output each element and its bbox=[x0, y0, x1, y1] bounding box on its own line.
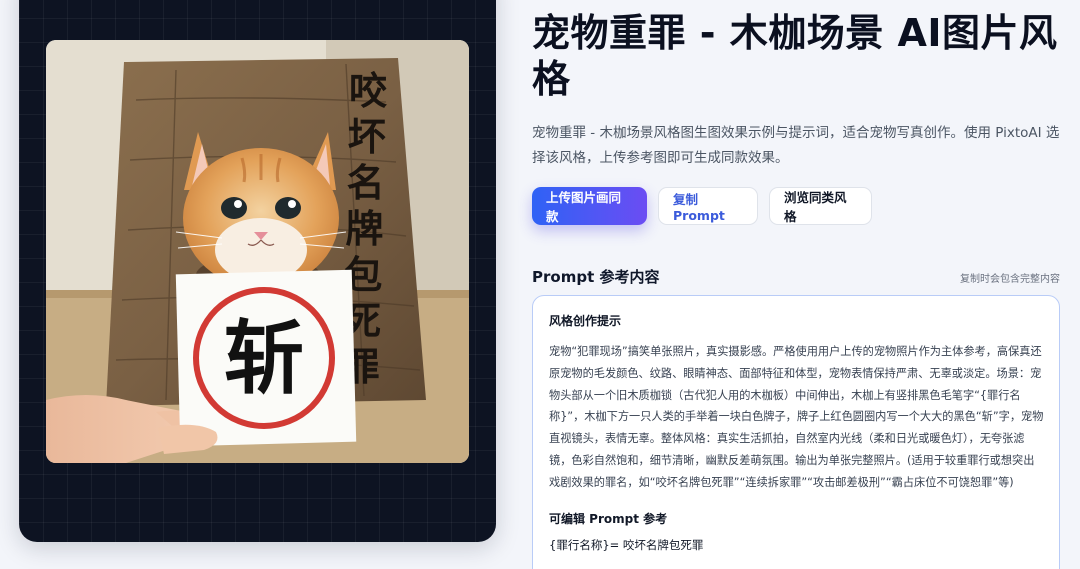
board-glyph: 牌 bbox=[345, 206, 383, 251]
upload-image-button[interactable]: 上传图片画同款 bbox=[532, 187, 647, 225]
prompt-section-header: Prompt 参考内容 复制时会包含完整内容 bbox=[532, 266, 1060, 287]
editable-prompt-label: 可编辑 Prompt 参考 bbox=[549, 511, 668, 526]
copy-hint: 复制时会包含完整内容 bbox=[960, 274, 1060, 285]
example-photo: 咬坏名牌包死罪 斩 bbox=[46, 40, 469, 463]
board-glyph: 坏 bbox=[348, 114, 386, 159]
action-bar: 上传图片画同款 复制 Prompt 浏览同类风格 bbox=[532, 187, 872, 225]
board-glyph: 名 bbox=[347, 160, 385, 205]
copy-prompt-button[interactable]: 复制 Prompt bbox=[658, 187, 758, 225]
style-tip-text: 宠物“犯罪现场”搞笑单张照片，真实摄影感。严格使用用户上传的宠物照片作为主体参考… bbox=[549, 345, 1044, 489]
editable-prompt-line[interactable]: {罪行名称}= 咬坏名牌包死罪 bbox=[549, 537, 1044, 553]
prompt-content-box[interactable]: 风格创作提示 宠物“犯罪现场”搞笑单张照片，真实摄影感。严格使用用户上传的宠物照… bbox=[532, 295, 1060, 569]
style-tip-label: 风格创作提示 bbox=[549, 314, 622, 328]
sign-character: 斩 bbox=[224, 311, 304, 405]
board-glyph: 咬 bbox=[349, 68, 387, 113]
page-title: 宠物重罪 - 木枷场景 AI图片风格 bbox=[532, 11, 1058, 101]
page-description: 宠物重罪 - 木枷场景风格图生图效果示例与提示词，适合宠物写真创作。使用 Pix… bbox=[532, 125, 1060, 166]
preview-card: 咬坏名牌包死罪 斩 bbox=[19, 0, 496, 542]
browse-styles-button[interactable]: 浏览同类风格 bbox=[769, 187, 872, 225]
prompt-section-title: Prompt 参考内容 bbox=[532, 268, 660, 286]
